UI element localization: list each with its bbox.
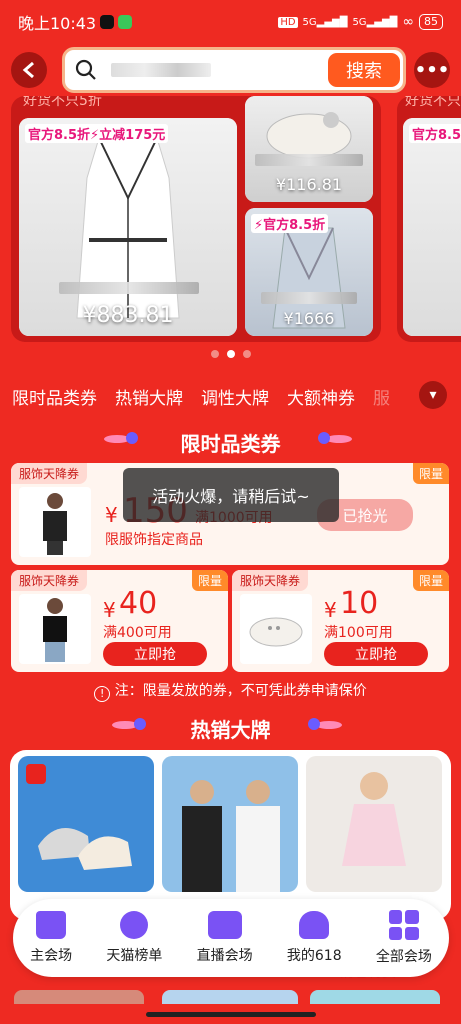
decoration-icon bbox=[318, 432, 352, 446]
tiktok-app-icon bbox=[100, 15, 115, 29]
product-card[interactable]: ⚡官方8.5折 ¥1666 bbox=[245, 208, 373, 336]
product-tag: 官方8.5 bbox=[409, 124, 461, 143]
product-card[interactable]: ¥116.81 bbox=[245, 96, 373, 202]
page-dot-active[interactable] bbox=[226, 350, 235, 358]
coupon-tag: 服饰天降券 bbox=[11, 570, 88, 591]
product-tag: 官方8.5折⚡立减175元 bbox=[25, 124, 169, 143]
grab-coupon-button[interactable]: 立即抢 bbox=[103, 642, 207, 666]
category-tabs: 限时品类券 热销大牌 调性大牌 大额神券 服 bbox=[0, 376, 461, 416]
coupon-product-image bbox=[19, 594, 91, 664]
currency-symbol: ¥ bbox=[105, 503, 118, 527]
product-image bbox=[403, 118, 461, 336]
product-name-blurred bbox=[255, 154, 363, 166]
nav-main-venue[interactable]: 主会场 bbox=[30, 911, 72, 965]
brand-card[interactable] bbox=[18, 756, 154, 892]
search-icon bbox=[75, 59, 96, 80]
coupon-card[interactable]: 服饰天降券 限量 ¥ 10 满100可用 立即抢 bbox=[232, 570, 449, 672]
coupon-tag: 服饰天降券 bbox=[11, 463, 88, 484]
top-bar: 搜索 ••• bbox=[0, 44, 461, 96]
panel-title: 好货不只 bbox=[405, 96, 461, 109]
status-bar: 晚上10:43 HD 5G▂▄▆█ 5G▂▄▆█ ∞ 85 bbox=[0, 0, 461, 44]
section-title: 限时品类券 bbox=[180, 432, 281, 456]
nav-my-618[interactable]: 我的618 bbox=[287, 911, 342, 965]
battery-icon: 85 bbox=[419, 14, 443, 30]
tab-clothing[interactable]: 服 bbox=[373, 384, 390, 409]
page-dot[interactable] bbox=[242, 350, 251, 358]
coupon-tag: 服饰天降券 bbox=[232, 570, 309, 591]
product-card[interactable]: 官方8.5折⚡立减175元 ¥883.81 bbox=[19, 118, 237, 336]
toast-message: 活动火爆，请稍后试~ bbox=[123, 468, 339, 522]
signal-icon: 5G▂▄▆█ bbox=[302, 16, 348, 28]
limit-badge: 限量 bbox=[412, 463, 449, 484]
info-circle-icon: ! bbox=[94, 686, 111, 702]
product-name-blurred bbox=[59, 282, 199, 294]
carousel-panel-next: 好货不只 官方8.5 bbox=[397, 96, 461, 342]
brand-row-partial bbox=[14, 990, 454, 1004]
live-camera-icon bbox=[207, 911, 242, 939]
couple-image bbox=[182, 780, 280, 892]
coupon-product-image bbox=[19, 487, 91, 557]
tab-coupons[interactable]: 限时品类券 bbox=[12, 384, 97, 409]
brand-grid bbox=[10, 750, 451, 920]
carousel-pagination bbox=[0, 350, 461, 358]
home-indicator[interactable] bbox=[146, 1012, 316, 1017]
nav-tmall-ranking[interactable]: 天猫榜单 bbox=[106, 911, 162, 965]
grid-icon bbox=[388, 910, 419, 940]
more-button[interactable]: ••• bbox=[414, 52, 450, 88]
expand-tabs-button[interactable]: ▾ bbox=[419, 381, 447, 409]
coupon-product-image bbox=[240, 594, 312, 664]
limit-badge: 限量 bbox=[191, 570, 228, 591]
back-button[interactable] bbox=[11, 52, 47, 88]
ranking-medal-icon bbox=[120, 911, 149, 939]
signal-icon-2: 5G▂▄▆█ bbox=[352, 16, 398, 28]
coupon-amount: 40 bbox=[119, 586, 158, 621]
search-button[interactable]: 搜索 bbox=[328, 53, 400, 87]
tab-hot-brands[interactable]: 热销大牌 bbox=[115, 384, 183, 409]
coupon-condition: 满100可用 bbox=[324, 625, 393, 641]
bottom-nav: 主会场 天猫榜单 直播会场 我的618 全部会场 bbox=[13, 899, 449, 977]
grab-coupon-button[interactable]: 立即抢 bbox=[324, 642, 428, 666]
search-input[interactable] bbox=[105, 56, 285, 84]
chart-badge-icon bbox=[26, 764, 46, 784]
section-title: 热销大牌 bbox=[190, 718, 271, 742]
more-dots-icon: ••• bbox=[414, 59, 450, 81]
product-tag: ⚡官方8.5折 bbox=[251, 214, 329, 233]
hd-icon: HD bbox=[278, 16, 298, 28]
lightning-icon: ⚡ bbox=[254, 218, 264, 233]
user-icon bbox=[299, 911, 330, 939]
brand-card[interactable] bbox=[306, 756, 442, 892]
product-name-blurred bbox=[261, 292, 357, 304]
decoration-icon bbox=[308, 718, 342, 732]
brand-card[interactable] bbox=[162, 756, 298, 892]
page-dot[interactable] bbox=[210, 350, 219, 358]
child-dress-image bbox=[342, 772, 406, 866]
product-card[interactable]: 官方8.5 bbox=[403, 118, 461, 336]
chevron-down-icon: ▾ bbox=[429, 387, 437, 403]
coupon-amount: 10 bbox=[340, 586, 379, 621]
search-box[interactable]: 搜索 bbox=[62, 47, 406, 93]
nav-live-venue[interactable]: 直播会场 bbox=[197, 911, 253, 965]
coupon-notice: ! 注：限量发放的券，不可凭此券申请保价 bbox=[0, 680, 461, 702]
coupon-scope: 限服饰指定商品 bbox=[105, 532, 203, 548]
tab-big-coupons[interactable]: 大额神券 bbox=[287, 384, 355, 409]
wechat-app-icon bbox=[118, 15, 133, 29]
nav-all-venues[interactable]: 全部会场 bbox=[376, 910, 432, 966]
limit-badge: 限量 bbox=[412, 570, 449, 591]
back-chevron-icon bbox=[22, 61, 34, 79]
product-price: ¥883.81 bbox=[82, 303, 174, 328]
product-price: ¥1666 bbox=[283, 309, 335, 328]
carousel-panel: 好货不只5折 官方8.5折⚡立减175元 ¥883.81 ¥116.81 ⚡官方… bbox=[11, 96, 381, 342]
home-folder-icon bbox=[36, 911, 67, 939]
product-price: ¥116.81 bbox=[275, 175, 343, 194]
currency-symbol: ¥ bbox=[324, 598, 337, 622]
coupon-card[interactable]: 服饰天降券 限量 ¥ 40 满400可用 立即抢 bbox=[11, 570, 228, 672]
tab-style-brands[interactable]: 调性大牌 bbox=[201, 384, 269, 409]
link-icon: ∞ bbox=[402, 14, 414, 30]
panel-title: 好货不只5折 bbox=[23, 96, 102, 109]
currency-symbol: ¥ bbox=[103, 598, 116, 622]
status-time: 晚上10:43 bbox=[18, 14, 97, 33]
lightning-icon: ⚡ bbox=[90, 128, 100, 143]
product-carousel[interactable]: 好货不只5折 官方8.5折⚡立减175元 ¥883.81 ¥116.81 ⚡官方… bbox=[0, 96, 461, 350]
coupon-condition: 满400可用 bbox=[103, 625, 172, 641]
